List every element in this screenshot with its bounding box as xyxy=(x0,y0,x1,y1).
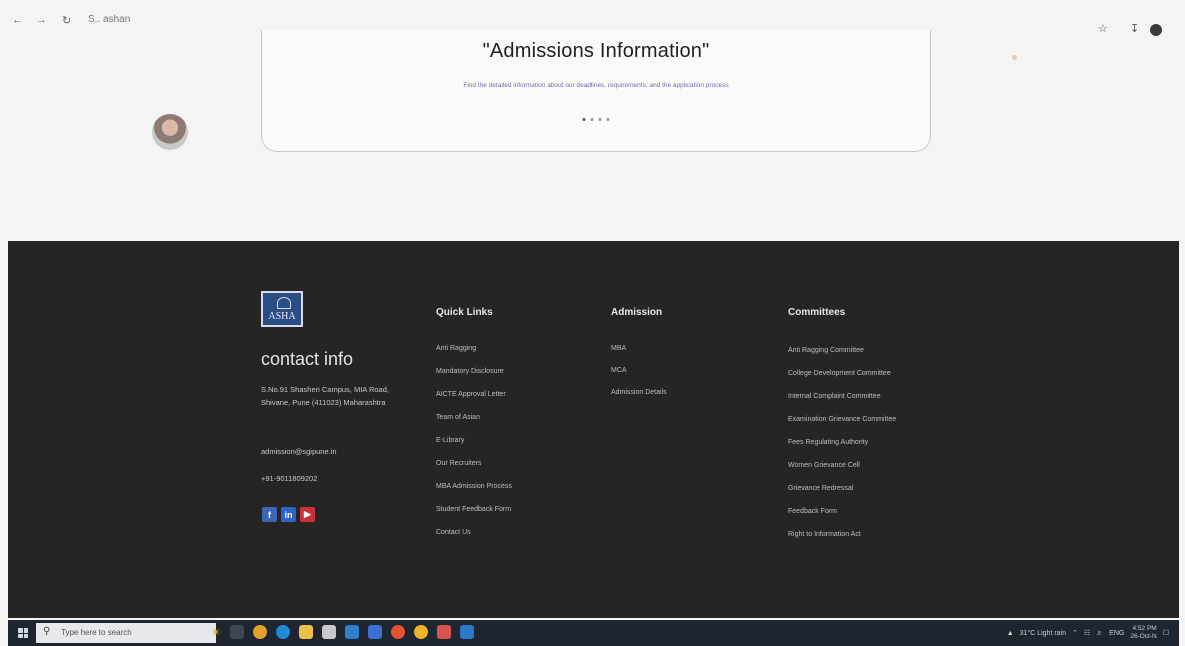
carousel-dots xyxy=(582,118,610,121)
chrome-alt-icon[interactable] xyxy=(414,625,428,639)
footer-link[interactable]: Grievance Redressal xyxy=(788,485,853,492)
store-icon[interactable] xyxy=(322,625,336,639)
contact-email[interactable]: admission@sgipune.in xyxy=(261,445,401,458)
windows-taskbar: ⚲ Type here to search ☀ ▲ 31°C Light rai… xyxy=(8,620,1179,646)
site-footer: ASHA contact info S.No.91 Shasheri Campu… xyxy=(8,241,1179,618)
footer-link[interactable]: Feedback Form xyxy=(788,508,837,515)
taskbar-search-box[interactable]: ⚲ Type here to search ☀ xyxy=(36,623,221,643)
refresh-icon[interactable]: ↻ xyxy=(62,14,71,27)
committees-heading: Committees xyxy=(788,307,846,318)
social-links: f in ▶ xyxy=(262,507,315,522)
carousel-dot[interactable] xyxy=(582,118,586,121)
footer-link[interactable]: Contact Us xyxy=(436,529,471,536)
weather-icon[interactable]: ▲ xyxy=(1007,630,1014,637)
footer-link[interactable]: Fees Regulating Authority xyxy=(788,439,868,446)
footer-link[interactable]: Student Feedback Form xyxy=(436,506,511,513)
language-indicator[interactable]: ENG xyxy=(1109,630,1124,637)
search-icon: ⚲ xyxy=(43,626,51,637)
weather-text[interactable]: 31°C Light rain xyxy=(1020,630,1066,637)
footer-link[interactable]: Mandatory Disclosure xyxy=(436,368,504,375)
star-icon[interactable]: ☆ xyxy=(1098,22,1108,35)
footer-link[interactable]: Right to Information Act xyxy=(788,531,861,538)
carousel-dot[interactable] xyxy=(590,118,594,121)
admissions-card: "Admissions Information" Find the detail… xyxy=(261,30,931,152)
photos-icon[interactable] xyxy=(368,625,382,639)
carousel-dot[interactable] xyxy=(606,118,610,121)
decorative-dot-icon xyxy=(1012,55,1017,60)
clock-time: 4:52 PM xyxy=(1132,625,1157,632)
avatar xyxy=(152,114,188,150)
system-tray: ▲ 31°C Light rain ⌃ ☷ ♬ ENG 4:52 PM 26-O… xyxy=(1007,624,1169,642)
asha-logo[interactable]: ASHA xyxy=(261,291,303,327)
profile-icon[interactable] xyxy=(1150,24,1162,36)
tray-chevron-icon[interactable]: ⌃ xyxy=(1072,629,1078,637)
card-title: "Admissions Information" xyxy=(482,40,710,62)
footer-link[interactable]: Team of Asian xyxy=(436,414,480,421)
footer-link[interactable]: MBA Admission Process xyxy=(436,483,512,490)
contact-phone[interactable]: +91-9011809202 xyxy=(261,472,401,485)
footer-link[interactable]: Examination Grievance Committee xyxy=(788,416,896,423)
weather-sun-icon: ☀ xyxy=(211,627,221,639)
footer-link[interactable]: Anti Ragging Committee xyxy=(788,347,864,354)
network-icon[interactable]: ☷ xyxy=(1084,629,1090,637)
download-icon[interactable]: ↧ xyxy=(1130,22,1139,35)
youtube-icon[interactable]: ▶ xyxy=(300,507,315,522)
search-placeholder: Type here to search xyxy=(61,628,132,637)
footer-link[interactable]: Admission Details xyxy=(611,389,667,396)
clock-date: 26-Oct-N xyxy=(1130,633,1157,640)
word-icon[interactable] xyxy=(460,625,474,639)
contact-heading: contact info xyxy=(261,349,354,369)
firefox-icon[interactable] xyxy=(391,625,405,639)
admission-heading: Admission xyxy=(611,307,663,318)
footer-link[interactable]: Internal Complaint Committee xyxy=(788,393,881,400)
quick-links-heading: Quick Links xyxy=(436,307,493,318)
notification-icon[interactable]: ☐ xyxy=(1163,629,1169,637)
taskbar-clock[interactable]: 4:52 PM 26-Oct-N xyxy=(1130,625,1156,641)
card-description: Find the detailed information about our … xyxy=(463,82,729,89)
back-arrow-icon[interactable]: ← xyxy=(12,14,23,26)
forward-arrow-icon[interactable]: → xyxy=(36,14,47,26)
address-bar-text[interactable]: S.. ashan xyxy=(88,14,130,25)
footer-link[interactable]: Anti Ragging xyxy=(436,345,476,352)
footer-link[interactable]: Women Grievance Cell xyxy=(788,462,860,469)
edge-icon[interactable] xyxy=(276,625,290,639)
task-view-icon[interactable] xyxy=(230,625,244,639)
contact-address: S.No.91 Shasheri Campus, MIA Road, Shiva… xyxy=(261,385,389,407)
taskbar-apps xyxy=(230,625,474,639)
chrome-icon[interactable] xyxy=(253,625,267,639)
footer-link[interactable]: College Development Committee xyxy=(788,370,891,377)
footer-link[interactable]: Our Recruiters xyxy=(436,460,482,467)
app-icon[interactable] xyxy=(437,625,451,639)
footer-link[interactable]: MBA xyxy=(611,345,626,352)
linkedin-icon[interactable]: in xyxy=(281,507,296,522)
carousel-dot[interactable] xyxy=(598,118,602,121)
windows-start-icon[interactable] xyxy=(18,628,28,638)
volume-icon[interactable]: ♬ xyxy=(1096,630,1103,637)
facebook-icon[interactable]: f xyxy=(262,507,277,522)
logo-text: ASHA xyxy=(268,311,296,322)
mail-icon[interactable] xyxy=(345,625,359,639)
footer-link[interactable]: E-Library xyxy=(436,437,464,444)
file-explorer-icon[interactable] xyxy=(299,625,313,639)
footer-link[interactable]: AICTE Approval Letter xyxy=(436,391,506,398)
footer-link[interactable]: MCA xyxy=(611,367,627,374)
